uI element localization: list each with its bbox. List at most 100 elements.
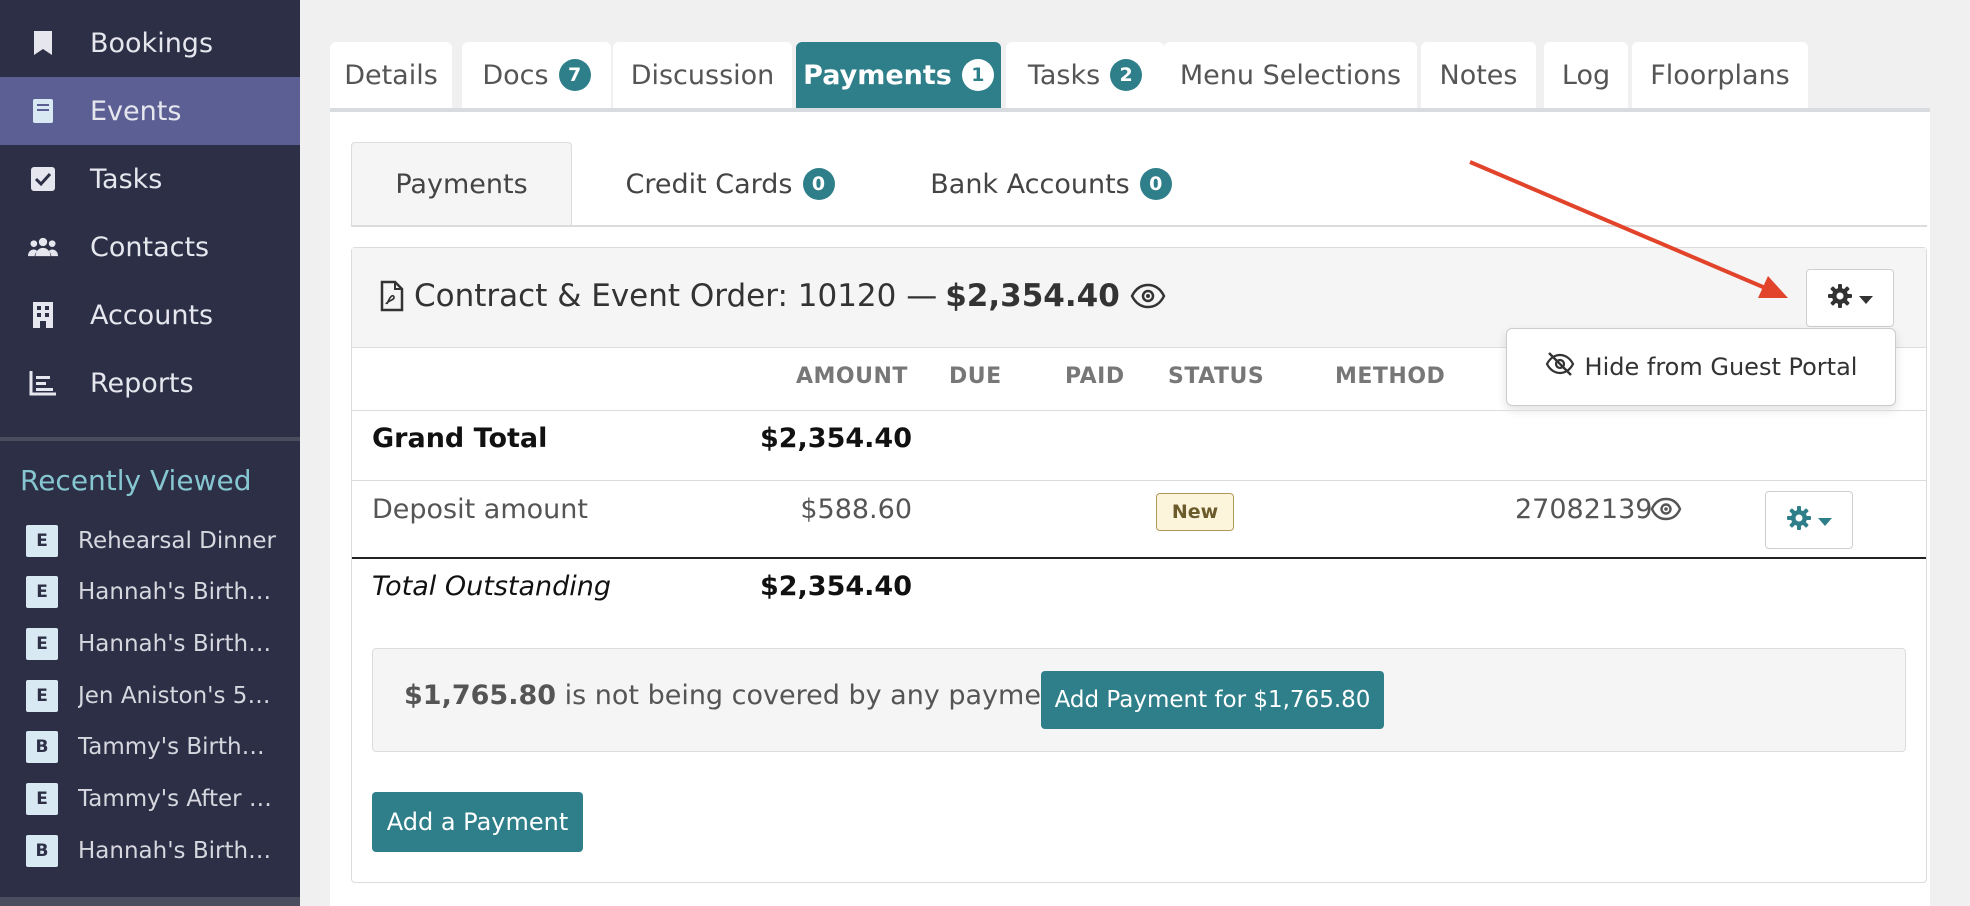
tab-log[interactable]: Log bbox=[1544, 42, 1628, 108]
tab-label: Menu Selections bbox=[1179, 59, 1402, 91]
recent-item-label: Jen Aniston's 55... bbox=[78, 683, 278, 709]
tab-label: Notes bbox=[1439, 59, 1518, 91]
subtab-underline bbox=[351, 225, 1927, 227]
card-title: Contract & Event Order: 10120 — $2,354.4… bbox=[380, 272, 1166, 320]
button-label: Add a Payment bbox=[386, 808, 569, 836]
add-payment-for-amount-button[interactable]: Add Payment for $1,765.80 bbox=[1041, 671, 1384, 729]
nav-accounts[interactable]: Accounts bbox=[0, 281, 300, 349]
tab-payments[interactable]: Payments 1 bbox=[796, 42, 1001, 108]
notice-text: $1,765.80 is not being covered by any pa… bbox=[404, 680, 1091, 711]
recent-item[interactable]: E Hannah's Birthd... bbox=[26, 624, 296, 664]
count-badge: 0 bbox=[802, 168, 835, 200]
recent-item-label: Hannah's Birthd... bbox=[78, 631, 278, 657]
recent-item[interactable]: B Hannah's Birthd... bbox=[26, 831, 296, 871]
sidebar-divider bbox=[0, 437, 300, 441]
column-status: STATUS bbox=[1168, 364, 1265, 389]
type-badge: E bbox=[26, 680, 58, 712]
status-badge: New bbox=[1156, 493, 1234, 531]
total-divider bbox=[352, 557, 1926, 559]
tab-notes[interactable]: Notes bbox=[1421, 42, 1536, 108]
recent-item-label: Hannah's Birthd... bbox=[78, 838, 278, 864]
column-method: METHOD bbox=[1335, 364, 1446, 389]
uncovered-amount: $1,765.80 bbox=[404, 680, 557, 711]
nav-label: Bookings bbox=[90, 27, 214, 59]
tab-tasks[interactable]: Tasks 2 bbox=[1006, 42, 1164, 108]
count-badge: 7 bbox=[558, 59, 591, 91]
document-settings-button[interactable] bbox=[1806, 269, 1894, 327]
gear-icon bbox=[1786, 505, 1812, 535]
tab-label: Discussion bbox=[630, 59, 775, 91]
button-label: Add Payment for $1,765.80 bbox=[1054, 687, 1371, 713]
gear-icon bbox=[1827, 283, 1853, 313]
checkbox-icon bbox=[28, 164, 58, 194]
hide-from-guest-portal-option[interactable]: Hide from Guest Portal bbox=[1506, 328, 1896, 406]
tab-label: Details bbox=[344, 59, 438, 91]
recent-item[interactable]: E Rehearsal Dinner bbox=[26, 521, 296, 561]
count-badge: 0 bbox=[1139, 168, 1172, 200]
building-icon bbox=[28, 300, 58, 330]
nav-label: Events bbox=[90, 95, 182, 127]
subtab-payments[interactable]: Payments bbox=[351, 142, 572, 226]
nav-label: Accounts bbox=[90, 299, 214, 331]
nav-contacts[interactable]: Contacts bbox=[0, 213, 300, 281]
tab-details[interactable]: Details bbox=[330, 42, 452, 108]
grand-total-label: Grand Total bbox=[372, 423, 548, 454]
tab-label: Payments bbox=[803, 59, 952, 91]
dropdown-item-label: Hide from Guest Portal bbox=[1584, 353, 1858, 381]
payment-reference: 27082139 bbox=[1515, 494, 1653, 525]
pdf-file-icon[interactable] bbox=[380, 280, 404, 312]
count-badge: 1 bbox=[961, 59, 994, 91]
recent-item[interactable]: E Hannah's Birthd... bbox=[26, 572, 296, 612]
add-a-payment-button[interactable]: Add a Payment bbox=[372, 792, 583, 852]
recent-item-label: Tammy's Birthd... bbox=[78, 734, 278, 760]
tab-label: Docs bbox=[482, 59, 549, 91]
recent-item[interactable]: E Tammy's After P... bbox=[26, 779, 296, 819]
grand-total-amount: $2,354.40 bbox=[759, 423, 912, 454]
subtab-label: Credit Cards bbox=[625, 168, 793, 200]
recent-item-label: Hannah's Birthd... bbox=[78, 579, 278, 605]
nav-events[interactable]: Events bbox=[0, 77, 300, 145]
total-outstanding-amount: $2,354.40 bbox=[759, 571, 912, 602]
count-badge: 2 bbox=[1110, 59, 1143, 91]
type-badge: E bbox=[26, 783, 58, 815]
tab-label: Floorplans bbox=[1650, 59, 1790, 91]
column-paid: PAID bbox=[1065, 364, 1125, 389]
recently-viewed-title: Recently Viewed bbox=[20, 464, 252, 497]
type-badge: B bbox=[26, 835, 58, 867]
deposit-amount: $588.60 bbox=[800, 494, 912, 525]
eye-icon[interactable] bbox=[1130, 283, 1166, 309]
deposit-label: Deposit amount bbox=[372, 494, 588, 525]
payment-row-settings-button[interactable] bbox=[1765, 491, 1853, 549]
total-outstanding-label: Total Outstanding bbox=[372, 571, 612, 602]
type-badge: E bbox=[26, 525, 58, 557]
subtab-bank-accounts[interactable]: Bank Accounts 0 bbox=[920, 142, 1182, 226]
sidebar-scroll-edge bbox=[0, 897, 300, 906]
calendar-book-icon bbox=[28, 96, 58, 126]
nav-tasks[interactable]: Tasks bbox=[0, 145, 300, 213]
users-icon bbox=[28, 232, 58, 262]
type-badge: B bbox=[26, 731, 58, 763]
type-badge: E bbox=[26, 576, 58, 608]
tab-menu-selections[interactable]: Menu Selections bbox=[1164, 42, 1417, 108]
nav-reports[interactable]: Reports bbox=[0, 349, 300, 417]
tab-label: Log bbox=[1561, 59, 1611, 91]
chevron-down-icon bbox=[1859, 289, 1873, 308]
tab-discussion[interactable]: Discussion bbox=[613, 42, 792, 108]
nav-bookings[interactable]: Bookings bbox=[0, 9, 300, 77]
recent-item[interactable]: E Jen Aniston's 55... bbox=[26, 676, 296, 716]
tab-docs[interactable]: Docs 7 bbox=[462, 42, 611, 108]
column-due: DUE bbox=[949, 364, 1002, 389]
column-amount: AMOUNT bbox=[796, 364, 908, 389]
row-divider bbox=[352, 480, 1926, 481]
bookmark-icon bbox=[28, 28, 58, 58]
recent-item-label: Rehearsal Dinner bbox=[78, 528, 277, 554]
tab-floorplans[interactable]: Floorplans bbox=[1632, 42, 1808, 108]
notice-message: is not being covered by any payments. bbox=[556, 680, 1092, 711]
eye-icon[interactable] bbox=[1650, 497, 1682, 525]
chevron-down-icon bbox=[1818, 511, 1832, 530]
recent-item-label: Tammy's After P... bbox=[78, 786, 278, 812]
document-amount: $2,354.40 bbox=[945, 278, 1120, 314]
subtab-credit-cards[interactable]: Credit Cards 0 bbox=[598, 142, 862, 226]
type-badge: E bbox=[26, 628, 58, 660]
recent-item[interactable]: B Tammy's Birthd... bbox=[26, 727, 296, 767]
